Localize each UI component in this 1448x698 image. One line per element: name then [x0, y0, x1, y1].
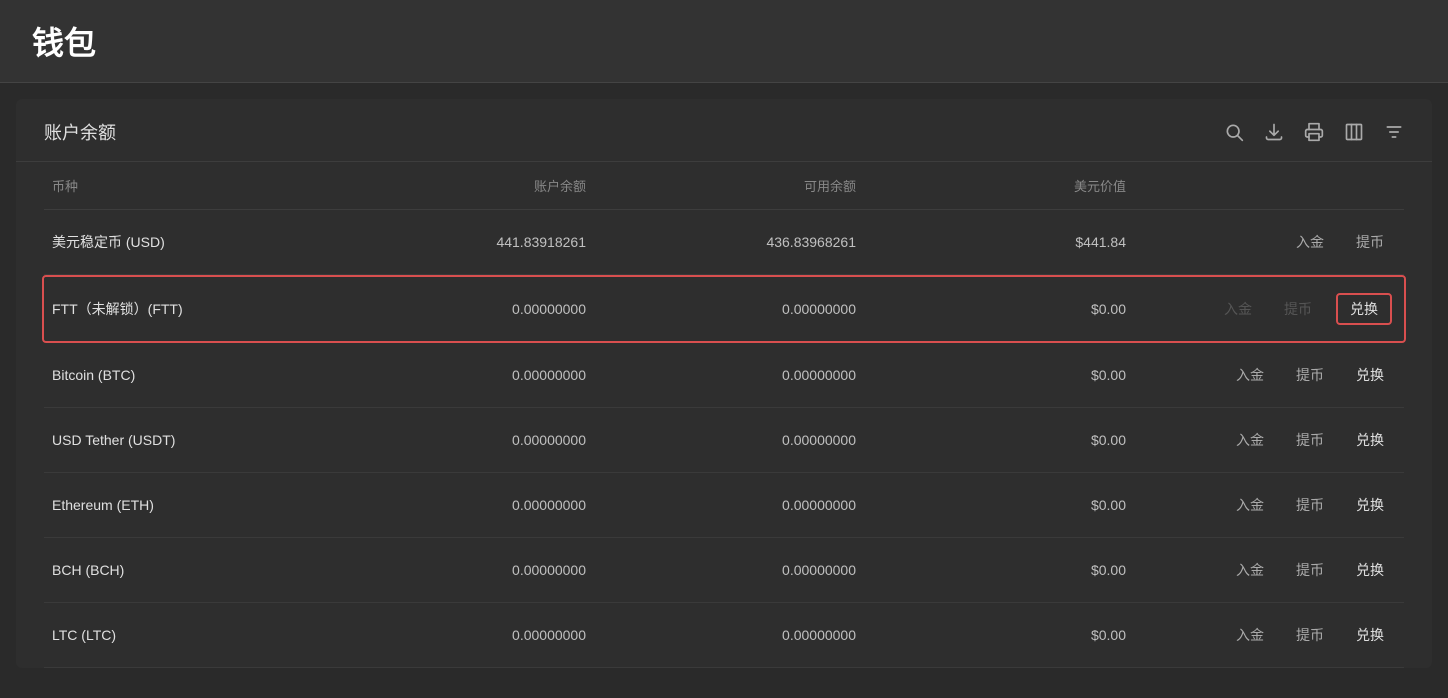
- print-icon[interactable]: [1304, 122, 1324, 142]
- available-ltc: 0.00000000: [594, 627, 864, 643]
- available-eth: 0.00000000: [594, 497, 864, 513]
- currency-bch: BCH (BCH): [44, 562, 324, 578]
- withdraw-button-ftt: 提币: [1276, 295, 1320, 323]
- deposit-button-btc[interactable]: 入金: [1228, 361, 1272, 389]
- download-icon[interactable]: [1264, 122, 1284, 142]
- deposit-button-usd-stable[interactable]: 入金: [1288, 228, 1332, 256]
- header-currency: 币种: [44, 176, 324, 195]
- actions-usdt: 入金 提币 兑换: [1134, 426, 1404, 454]
- section-title: 账户余额: [44, 119, 116, 145]
- currency-btc: Bitcoin (BTC): [44, 367, 324, 383]
- withdraw-button-btc[interactable]: 提币: [1288, 361, 1332, 389]
- currency-usd-stable: 美元稳定币 (USD): [44, 232, 324, 252]
- deposit-button-bch[interactable]: 入金: [1228, 556, 1272, 584]
- withdraw-button-usdt[interactable]: 提币: [1288, 426, 1332, 454]
- usdvalue-bch: $0.00: [864, 562, 1134, 578]
- table-row: 美元稳定币 (USD) 441.83918261 436.83968261 $4…: [44, 210, 1404, 275]
- balance-ftt: 0.00000000: [324, 301, 594, 317]
- exchange-button-eth[interactable]: 兑换: [1348, 491, 1392, 519]
- filter-icon[interactable]: [1384, 122, 1404, 142]
- deposit-button-usdt[interactable]: 入金: [1228, 426, 1272, 454]
- header-usd-value: 美元价值: [864, 176, 1134, 195]
- main-content: 账户余额: [16, 99, 1432, 668]
- actions-usd-stable: 入金 提币: [1134, 228, 1404, 256]
- section-header: 账户余额: [16, 99, 1432, 162]
- available-bch: 0.00000000: [594, 562, 864, 578]
- usdvalue-ltc: $0.00: [864, 627, 1134, 643]
- page-header: 钱包: [0, 0, 1448, 83]
- balance-eth: 0.00000000: [324, 497, 594, 513]
- balance-usdt: 0.00000000: [324, 432, 594, 448]
- withdraw-button-eth[interactable]: 提币: [1288, 491, 1332, 519]
- exchange-button-bch[interactable]: 兑换: [1348, 556, 1392, 584]
- header-actions: [1134, 176, 1404, 195]
- usdvalue-ftt: $0.00: [864, 301, 1134, 317]
- usdvalue-btc: $0.00: [864, 367, 1134, 383]
- actions-ltc: 入金 提币 兑换: [1134, 621, 1404, 649]
- withdraw-button-usd-stable[interactable]: 提币: [1348, 228, 1392, 256]
- deposit-button-ftt: 入金: [1216, 295, 1260, 323]
- page-title: 钱包: [32, 18, 1416, 64]
- available-usd-stable: 436.83968261: [594, 234, 864, 250]
- actions-eth: 入金 提币 兑换: [1134, 491, 1404, 519]
- exchange-button-ltc[interactable]: 兑换: [1348, 621, 1392, 649]
- table-row-bch: BCH (BCH) 0.00000000 0.00000000 $0.00 入金…: [44, 538, 1404, 603]
- actions-ftt: 入金 提币 兑换: [1134, 293, 1404, 325]
- table-row-usdt: USD Tether (USDT) 0.00000000 0.00000000 …: [44, 408, 1404, 473]
- header-balance: 账户余额: [324, 176, 594, 195]
- currency-eth: Ethereum (ETH): [44, 497, 324, 513]
- currency-ftt: FTT（未解锁）(FTT): [44, 299, 324, 319]
- balance-table: 币种 账户余额 可用余额 美元价值 美元稳定币 (USD) 441.839182…: [16, 162, 1432, 668]
- search-icon[interactable]: [1224, 122, 1244, 142]
- page-wrapper: 钱包 账户余额: [0, 0, 1448, 668]
- table-row-btc: Bitcoin (BTC) 0.00000000 0.00000000 $0.0…: [44, 343, 1404, 408]
- header-available: 可用余额: [594, 176, 864, 195]
- available-btc: 0.00000000: [594, 367, 864, 383]
- actions-bch: 入金 提币 兑换: [1134, 556, 1404, 584]
- available-usdt: 0.00000000: [594, 432, 864, 448]
- deposit-button-ltc[interactable]: 入金: [1228, 621, 1272, 649]
- exchange-button-btc[interactable]: 兑换: [1348, 361, 1392, 389]
- balance-btc: 0.00000000: [324, 367, 594, 383]
- actions-btc: 入金 提币 兑换: [1134, 361, 1404, 389]
- withdraw-button-ltc[interactable]: 提币: [1288, 621, 1332, 649]
- available-ftt: 0.00000000: [594, 301, 864, 317]
- columns-icon[interactable]: [1344, 122, 1364, 142]
- withdraw-button-bch[interactable]: 提币: [1288, 556, 1332, 584]
- usdvalue-eth: $0.00: [864, 497, 1134, 513]
- table-row-ltc: LTC (LTC) 0.00000000 0.00000000 $0.00 入金…: [44, 603, 1404, 668]
- usdvalue-usd-stable: $441.84: [864, 234, 1134, 250]
- toolbar-icons: [1224, 122, 1404, 142]
- currency-usdt: USD Tether (USDT): [44, 432, 324, 448]
- exchange-button-usdt[interactable]: 兑换: [1348, 426, 1392, 454]
- deposit-button-eth[interactable]: 入金: [1228, 491, 1272, 519]
- table-row-ftt: FTT（未解锁）(FTT) 0.00000000 0.00000000 $0.0…: [42, 275, 1406, 343]
- balance-ltc: 0.00000000: [324, 627, 594, 643]
- table-row-eth: Ethereum (ETH) 0.00000000 0.00000000 $0.…: [44, 473, 1404, 538]
- table-header: 币种 账户余额 可用余额 美元价值: [44, 162, 1404, 210]
- balance-bch: 0.00000000: [324, 562, 594, 578]
- exchange-button-ftt[interactable]: 兑换: [1336, 293, 1392, 325]
- currency-ltc: LTC (LTC): [44, 627, 324, 643]
- balance-usd-stable: 441.83918261: [324, 234, 594, 250]
- usdvalue-usdt: $0.00: [864, 432, 1134, 448]
